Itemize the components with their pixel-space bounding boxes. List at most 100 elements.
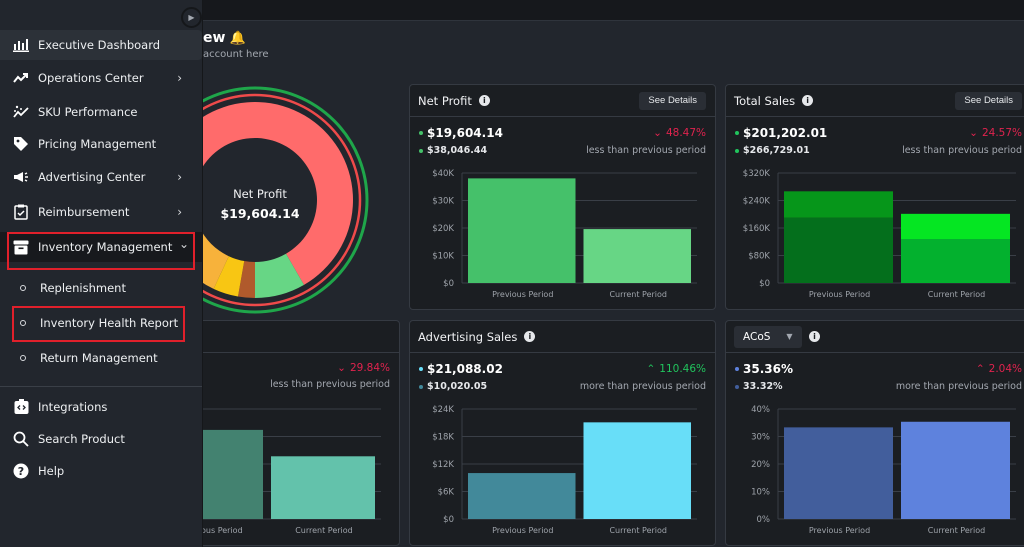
y-tick-label: $30K	[432, 197, 454, 207]
bar[interactable]	[583, 422, 692, 519]
y-tick-label: $0	[443, 279, 454, 289]
y-tick-label: $18K	[432, 433, 454, 443]
bar[interactable]	[468, 473, 576, 519]
y-tick-label: $0	[443, 515, 454, 525]
previous-value: $10,020.05	[427, 381, 488, 392]
info-icon[interactable]: i	[524, 331, 536, 342]
y-tick-label: $10K	[432, 252, 454, 262]
current-value: $19,604.14	[427, 126, 503, 140]
x-tick-label: Current Period	[609, 526, 667, 535]
sidebar-item-advertising-center[interactable]: Advertising Center ›	[0, 162, 202, 192]
highlight-inventory-management	[7, 232, 195, 270]
y-tick-label: 30%	[751, 433, 770, 443]
comparison-text: more than previous period	[895, 381, 1022, 392]
chevron-up-icon: ⌃	[646, 363, 656, 375]
bar[interactable]	[784, 427, 893, 519]
sparkle-chart-icon	[12, 103, 30, 121]
sidebar-item-label: Reimbursement	[38, 205, 130, 219]
change-indicator: ⌃ 110.46%	[646, 363, 706, 375]
y-tick-label: $320K	[743, 169, 771, 179]
caret-down-icon: ▼	[786, 332, 793, 341]
change-indicator: ⌃ 2.04%	[975, 363, 1022, 375]
bar[interactable]	[271, 456, 375, 519]
net-profit-card: Net Profit i See Details $19,604.14 ⌄ 48.…	[409, 84, 716, 310]
sidebar-item-label: Advertising Center	[38, 170, 146, 184]
sidebar-item-sku-performance[interactable]: SKU Performance	[0, 97, 202, 127]
advertising-sales-card: Advertising Sales i $21,088.02 ⌃ 110.46% …	[409, 320, 716, 546]
sidebar-item-label: Executive Dashboard	[38, 38, 161, 52]
comparison-text: less than previous period	[270, 379, 390, 390]
bar[interactable]	[468, 178, 576, 283]
bar[interactable]	[583, 229, 692, 283]
search-icon	[12, 430, 30, 448]
y-tick-label: $0	[759, 279, 770, 289]
legend-dot	[735, 148, 739, 153]
sidebar-subitem-return-management[interactable]: Return Management	[20, 347, 158, 369]
y-tick-label: $160K	[743, 224, 771, 234]
metric-dropdown[interactable]: ACoS ▼	[734, 325, 802, 348]
current-value: $21,088.02	[427, 362, 503, 376]
donut-center-value: $19,604.14	[220, 206, 299, 221]
chevron-right-icon: ›	[177, 205, 182, 219]
sidebar-item-operations-center[interactable]: Operations Center ›	[0, 63, 202, 93]
sidebar: Executive Dashboard Operations Center › …	[0, 0, 203, 547]
y-tick-label: $20K	[432, 224, 454, 234]
sidebar-item-pricing-management[interactable]: Pricing Management	[0, 129, 202, 159]
see-details-button[interactable]: See Details	[955, 92, 1022, 110]
help-icon: ?	[12, 462, 30, 480]
y-tick-label: $40K	[432, 169, 454, 179]
bar-segment[interactable]	[901, 239, 1010, 283]
see-details-button[interactable]: See Details	[639, 92, 706, 110]
y-tick-label: $240K	[743, 197, 771, 207]
chevron-right-icon: ›	[177, 170, 182, 184]
y-tick-label: 10%	[751, 488, 770, 498]
sidebar-collapse-button[interactable]: ▶	[181, 7, 202, 28]
sidebar-item-reimbursement[interactable]: Reimbursement ›	[0, 197, 202, 227]
previous-value: 33.32%	[743, 381, 783, 392]
info-icon[interactable]: i	[478, 95, 490, 106]
change-indicator: ⌄ 24.57%	[969, 127, 1022, 139]
bar-segment[interactable]	[784, 191, 893, 218]
bullet-icon	[20, 355, 26, 361]
y-tick-label: $12K	[432, 460, 454, 470]
bar-segment[interactable]	[901, 213, 1010, 239]
legend-dot	[419, 131, 423, 135]
bar-chart-icon	[12, 36, 30, 54]
page-subtitle: account here	[203, 49, 269, 60]
info-icon[interactable]: i	[802, 95, 814, 106]
legend-dot	[419, 148, 423, 153]
info-icon[interactable]: i	[809, 331, 820, 342]
legend-dot	[419, 367, 423, 371]
dropdown-value: ACoS	[743, 330, 771, 343]
bar-segment[interactable]	[784, 217, 893, 283]
card-title: Total Sales	[734, 93, 796, 108]
sidebar-item-executive-dashboard[interactable]: Executive Dashboard	[0, 30, 202, 60]
bar[interactable]	[901, 421, 1010, 519]
total-sales-bar-chart: $0 $80K $160K $240K $320K Previous Period Curr…	[743, 169, 1016, 299]
change-indicator: ⌄ 29.84%	[337, 362, 390, 374]
sidebar-subitem-replenishment[interactable]: Replenishment	[20, 277, 126, 299]
tag-icon	[12, 135, 30, 153]
y-tick-label: 20%	[751, 460, 770, 470]
sidebar-item-integrations[interactable]: Integrations	[0, 392, 202, 422]
chevron-up-icon: ⌃	[975, 363, 985, 375]
highlight-inventory-health-report	[12, 306, 185, 342]
sidebar-item-help[interactable]: ? Help	[0, 456, 202, 486]
x-tick-label: Current Period	[609, 290, 667, 299]
sidebar-subitem-label: Return Management	[40, 351, 158, 365]
x-tick-label: Previous Period	[492, 290, 553, 299]
change-indicator: ⌄ 48.47%	[653, 127, 706, 139]
acos-card: ACoS ▼ i 35.36% ⌃ 2.04% 33.32% more than …	[725, 320, 1024, 546]
sidebar-item-label: Integrations	[38, 400, 108, 414]
y-tick-label: 0%	[757, 515, 771, 525]
svg-text:?: ?	[18, 465, 24, 478]
bell-icon[interactable]: 🔔	[229, 31, 245, 46]
sidebar-item-search-product[interactable]: Search Product	[0, 424, 202, 454]
code-icon	[12, 398, 30, 416]
sidebar-item-label: SKU Performance	[38, 105, 138, 119]
legend-dot	[419, 384, 423, 389]
chevron-down-icon: ⌄	[337, 362, 346, 374]
total-sales-card: Total Sales i See Details $201,202.01 ⌄ 2…	[725, 84, 1024, 310]
comparison-text: more than previous period	[579, 381, 706, 392]
current-value: 35.36%	[743, 362, 793, 376]
